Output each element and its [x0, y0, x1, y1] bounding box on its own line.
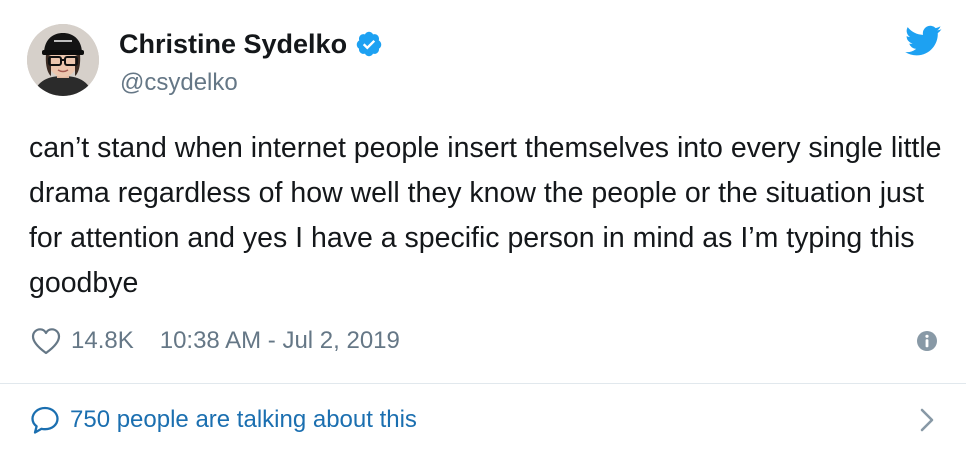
info-icon[interactable]	[916, 330, 938, 352]
chevron-right-icon[interactable]	[917, 406, 937, 434]
verified-badge-icon	[355, 30, 383, 58]
like-count[interactable]: 14.8K	[71, 327, 134, 355]
heart-icon[interactable]	[31, 327, 61, 355]
conversation-link[interactable]: 750 people are talking about this	[30, 402, 417, 438]
tweet-text: can’t stand when internet people insert …	[29, 132, 942, 299]
author-display-name[interactable]: Christine Sydelko	[119, 27, 347, 61]
conversation-label[interactable]: 750 people are talking about this	[70, 406, 417, 434]
avatar[interactable]	[27, 24, 99, 96]
twitter-bird-icon[interactable]	[905, 25, 942, 57]
speech-bubble-icon	[30, 405, 60, 435]
tweet-timestamp[interactable]: 10:38 AM - Jul 2, 2019	[160, 327, 400, 355]
author-name-row[interactable]: Christine Sydelko	[119, 27, 383, 61]
tweet-meta-row: 14.8K 10:38 AM - Jul 2, 2019	[31, 323, 400, 359]
divider	[0, 383, 966, 384]
author-handle[interactable]: @csydelko	[120, 68, 238, 98]
avatar-image	[27, 24, 99, 96]
